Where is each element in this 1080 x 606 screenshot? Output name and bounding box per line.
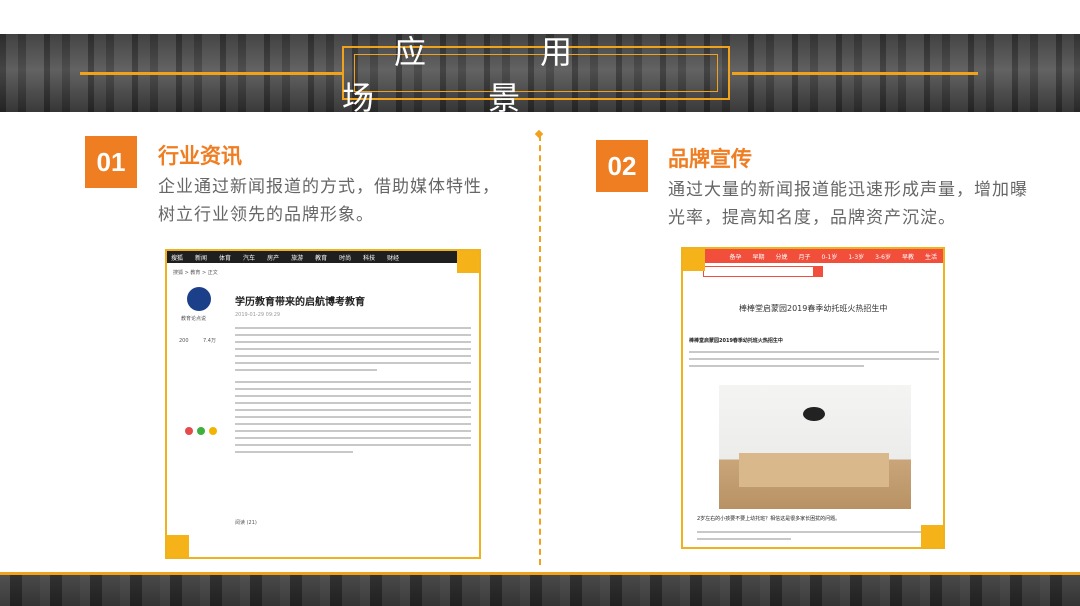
nav-item: 房产 [267, 254, 280, 262]
nav-item: 0-1岁 [821, 253, 838, 261]
search-input[interactable] [703, 266, 815, 277]
share-wechat-icon[interactable] [197, 427, 205, 435]
nav-item: 早教 [901, 253, 914, 261]
search-icon[interactable] [813, 266, 823, 277]
stat-followers: 200 [179, 338, 189, 344]
nav-item: 教育 [315, 254, 328, 262]
section-title: 品牌宣传 [668, 147, 752, 171]
author-name: 教育论点说 [181, 316, 207, 322]
stat-reads: 7.4万 [203, 338, 216, 344]
top-banner: 应 用 场 景 [0, 0, 1080, 112]
kindergarten-photo [719, 385, 911, 509]
section-divider [539, 135, 541, 565]
photo-caption: 2岁左右的小孩要不要上幼托班？相信这是很多家长困扰的问题。 [697, 516, 841, 522]
news-nav-bar: 搜狐 新闻 体育 汽车 房产 旅游 教育 时尚 科技 财经 [167, 251, 479, 263]
article-subtitle: 棒棒堂启蒙园2019春季幼托班火热招生中 [689, 338, 783, 344]
nav-item: 汽车 [243, 254, 256, 262]
nav-item: 科技 [363, 254, 376, 262]
corner-accent [683, 249, 705, 271]
nav-item: 旅游 [291, 254, 304, 262]
section-number-badge: 01 [85, 136, 137, 188]
article-body-2 [697, 531, 933, 545]
article-title: 棒棒堂启蒙园2019春季幼托班火热招生中 [739, 304, 888, 313]
section-description: 企业通过新闻报道的方式，借助媒体特性，树立行业领先的品牌形象。 [158, 177, 500, 225]
corner-accent [167, 535, 189, 557]
share-qzone-icon[interactable] [209, 427, 217, 435]
article-title: 学历教育带来的启航博考教育 [235, 297, 365, 308]
share-weibo-icon[interactable] [185, 427, 193, 435]
brand-screenshot: 备孕 早期 分娩 月子 0-1岁 1-3岁 3-6岁 早教 生活 棒棒堂启蒙园2… [681, 247, 945, 549]
nav-item: 月子 [798, 253, 811, 261]
page-title: 应 用 场 景 [342, 33, 625, 112]
article-body [235, 327, 471, 458]
nav-item: 搜狐 [171, 254, 184, 262]
brand-nav-bar: 备孕 早期 分娩 月子 0-1岁 1-3岁 3-6岁 早教 生活 [683, 249, 943, 263]
nav-item: 1-3岁 [848, 253, 865, 261]
nav-item: 财经 [387, 254, 400, 262]
corner-accent [921, 525, 943, 547]
read-count: 阅读 (21) [235, 520, 257, 526]
breadcrumb: 搜狐 > 教育 > 正文 [173, 270, 218, 276]
nav-item: 分娩 [775, 253, 788, 261]
section-description: 通过大量的新闻报道能迅速形成声量，增加曝光率，提高知名度，品牌资产沉淀。 [668, 180, 1028, 228]
nav-item: 早期 [752, 253, 765, 261]
nav-item: 体育 [219, 254, 232, 262]
title-line-right [732, 72, 978, 75]
nav-item: 备孕 [729, 253, 742, 261]
nav-item: 时尚 [339, 254, 352, 262]
news-screenshot: 搜狐 新闻 体育 汽车 房产 旅游 教育 时尚 科技 财经 搜狐 > 教育 > … [165, 249, 481, 559]
bottom-banner [0, 572, 1080, 606]
nav-item: 新闻 [195, 254, 208, 262]
corner-accent [457, 251, 479, 273]
article-date: 2019-01-29 09:29 [235, 312, 281, 318]
nav-item: 3-6岁 [875, 253, 891, 261]
title-line-left [80, 72, 342, 75]
section-title: 行业资讯 [158, 144, 242, 168]
article-body [689, 351, 939, 372]
nav-item: 生活 [924, 253, 937, 261]
avatar [187, 287, 211, 311]
section-number-badge: 02 [596, 140, 648, 192]
